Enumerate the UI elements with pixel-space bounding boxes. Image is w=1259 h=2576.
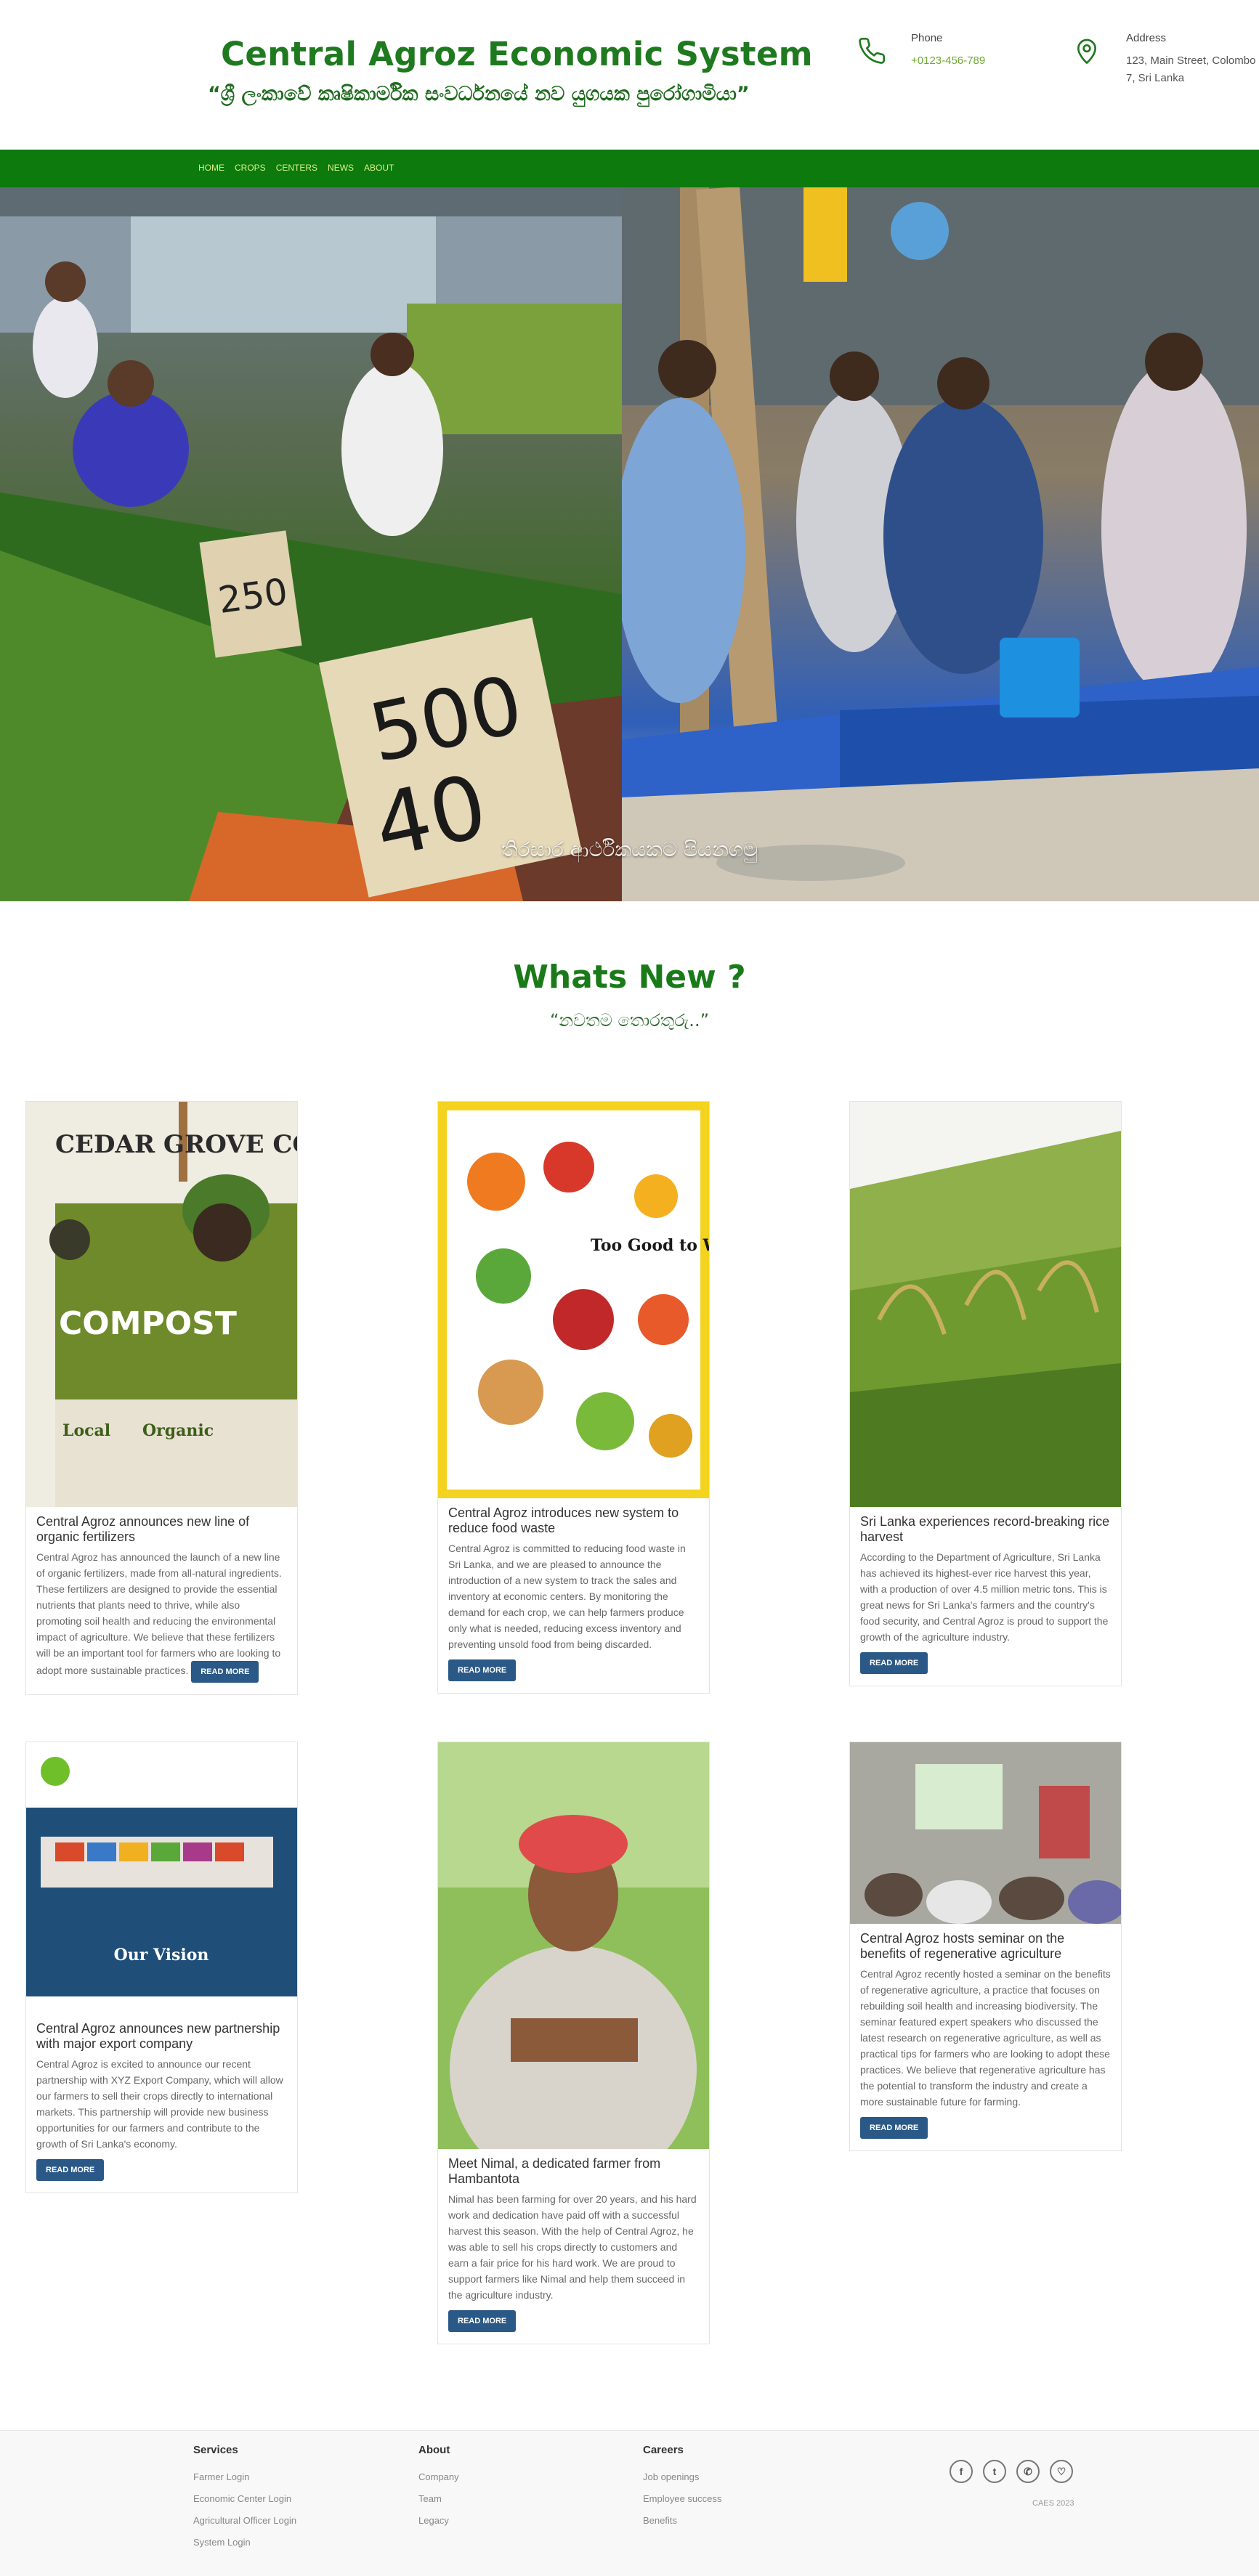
- rice-field-illustration: [850, 1102, 1121, 1507]
- site-footer: Services Farmer Login Economic Center Lo…: [0, 2430, 1259, 2576]
- footer-link-benefits[interactable]: Benefits: [643, 2510, 721, 2532]
- card-image-vision: Our Vision: [114, 1946, 209, 1964]
- svg-text:Local: Local: [62, 1421, 110, 1440]
- card-image-brand: CEDAR GROVE COMPOST: [55, 1130, 297, 1159]
- svg-text:COMPOST: COMPOST: [59, 1305, 237, 1342]
- footer-careers-title: Careers: [643, 2444, 684, 2456]
- footer-link-legacy[interactable]: Legacy: [418, 2510, 459, 2532]
- card-text: According to the Department of Agricultu…: [860, 1551, 1109, 1643]
- read-more-button[interactable]: READ MORE: [860, 2117, 928, 2139]
- whats-new-title: Whats New ?: [513, 959, 746, 996]
- footer-link-job-openings[interactable]: Job openings: [643, 2466, 721, 2488]
- card-image-export-ship: Our Vision: [26, 1742, 297, 2014]
- nav-about[interactable]: ABOUT: [364, 163, 394, 173]
- footer-about-title: About: [418, 2444, 450, 2456]
- address-value: 123, Main Street, Colombo 7, Sri Lanka: [1126, 54, 1256, 84]
- hero-caption: තිරසාර ආර්ථිකයකට පියනගමු: [501, 837, 758, 861]
- social-links: f t ✆ ♡: [950, 2460, 1073, 2483]
- card-title[interactable]: Central Agroz announces new partnership …: [36, 2021, 287, 2052]
- read-more-button[interactable]: READ MORE: [191, 1661, 259, 1683]
- card-image-compost-bag: CEDAR GROVE COMPOST COMPOST Local Organi…: [26, 1102, 297, 1507]
- copyright-text: CAES 2023: [1032, 2499, 1074, 2508]
- card-title[interactable]: Central Agroz introduces new system to r…: [448, 1506, 699, 1536]
- card-image-farmer-portrait: [438, 1742, 709, 2149]
- card-title[interactable]: Meet Nimal, a dedicated farmer from Hamb…: [448, 2156, 699, 2187]
- card-image-rice-field: [850, 1102, 1121, 1507]
- heart-hand-icon[interactable]: ♡: [1050, 2460, 1073, 2483]
- read-more-button[interactable]: READ MORE: [860, 1652, 928, 1674]
- news-card-export-partnership: Our Vision Central Agroz announces new p…: [25, 1742, 298, 2193]
- hero-image-vegetable-market: 250 500 40: [0, 187, 622, 901]
- nav-home[interactable]: HOME: [198, 163, 224, 173]
- export-ship-illustration: Our Vision: [26, 1742, 297, 2014]
- main-navbar: HOME CROPS CENTERS NEWS ABOUT: [0, 150, 1259, 187]
- footer-link-economic-center-login[interactable]: Economic Center Login: [193, 2488, 296, 2510]
- card-title[interactable]: Central Agroz hosts seminar on the benef…: [860, 1931, 1111, 1962]
- svg-text:Organic: Organic: [142, 1421, 214, 1440]
- footer-link-company[interactable]: Company: [418, 2466, 459, 2488]
- nav-crops[interactable]: CROPS: [235, 163, 266, 173]
- card-title[interactable]: Central Agroz announces new line of orga…: [36, 1514, 287, 1545]
- nav-news[interactable]: NEWS: [328, 163, 354, 173]
- hero-image-fish-market: [622, 187, 1259, 901]
- card-text: Central Agroz recently hosted a seminar …: [860, 1968, 1111, 2108]
- whats-new-subtitle: “නවතම තොරතුරු..”: [549, 1010, 710, 1031]
- card-title[interactable]: Sri Lanka experiences record-breaking ri…: [860, 1514, 1111, 1545]
- phone-label: Phone: [911, 32, 943, 44]
- news-card-regenerative-seminar: Central Agroz hosts seminar on the benef…: [849, 1742, 1122, 2151]
- footer-services-title: Services: [193, 2444, 238, 2456]
- card-text: Central Agroz has announced the launch o…: [36, 1549, 287, 1683]
- read-more-button[interactable]: READ MORE: [36, 2159, 105, 2181]
- news-card-rice-harvest: Sri Lanka experiences record-breaking ri…: [849, 1101, 1122, 1686]
- site-header: Central Agroz Economic System “ශ්‍රී ලංක…: [0, 0, 1259, 150]
- location-pin-icon: [1077, 38, 1096, 64]
- read-more-button[interactable]: READ MORE: [448, 2310, 517, 2332]
- card-text: Central Agroz is committed to reducing f…: [448, 1543, 686, 1650]
- footer-link-employee-success[interactable]: Employee success: [643, 2488, 721, 2510]
- card-image-headline: Too Good to Waste: [591, 1236, 709, 1255]
- news-card-farmer-nimal: Meet Nimal, a dedicated farmer from Hamb…: [437, 1742, 710, 2344]
- footer-about: About Company Team Legacy: [418, 2444, 459, 2532]
- facebook-icon[interactable]: f: [950, 2460, 973, 2483]
- news-card-organic-fertilizers: CEDAR GROVE COMPOST COMPOST Local Organi…: [25, 1101, 298, 1695]
- nav-links: HOME CROPS CENTERS NEWS ABOUT: [198, 163, 394, 173]
- card-text: Central Agroz is excited to announce our…: [36, 2058, 283, 2150]
- fish-market-illustration: [622, 187, 1259, 901]
- magazine-cover-illustration: Too Good to Waste: [438, 1102, 709, 1498]
- footer-link-agricultural-officer-login[interactable]: Agricultural Officer Login: [193, 2510, 296, 2532]
- card-text-content: Central Agroz has announced the launch o…: [36, 1551, 282, 1676]
- twitter-icon[interactable]: t: [983, 2460, 1006, 2483]
- footer-link-farmer-login[interactable]: Farmer Login: [193, 2466, 296, 2488]
- footer-link-system-login[interactable]: System Login: [193, 2532, 296, 2553]
- phone-value[interactable]: +0123-456-789: [911, 52, 985, 70]
- seminar-illustration: [850, 1742, 1121, 1924]
- nav-centers[interactable]: CENTERS: [276, 163, 317, 173]
- news-card-food-waste: Too Good to Waste Central Agroz introduc…: [437, 1101, 710, 1694]
- site-tagline: “ශ්‍රී ලංකාවේ කෘෂිකාර්මික සංවර්ධනයේ නව ය…: [208, 83, 750, 105]
- phone-icon: [859, 37, 886, 64]
- site-title: Central Agroz Economic System: [221, 35, 813, 73]
- hero-banner: 250 500 40 තිරසාර ආර්ථිකයකට පියනගමු: [0, 187, 1259, 901]
- vegetable-market-illustration: 250 500 40: [0, 187, 622, 901]
- footer-link-team[interactable]: Team: [418, 2488, 459, 2510]
- farmer-portrait-illustration: [438, 1742, 709, 2149]
- read-more-button[interactable]: READ MORE: [448, 1659, 517, 1681]
- compost-bag-illustration: CEDAR GROVE COMPOST COMPOST Local Organi…: [26, 1102, 297, 1507]
- card-image-seminar: [850, 1742, 1121, 1924]
- whatsapp-icon[interactable]: ✆: [1016, 2460, 1040, 2483]
- card-text: Nimal has been farming for over 20 years…: [448, 2193, 697, 2301]
- address-label: Address: [1126, 32, 1167, 44]
- card-image-magazine-cover: Too Good to Waste: [438, 1102, 709, 1498]
- footer-careers: Careers Job openings Employee success Be…: [643, 2444, 721, 2532]
- footer-services: Services Farmer Login Economic Center Lo…: [193, 2444, 296, 2553]
